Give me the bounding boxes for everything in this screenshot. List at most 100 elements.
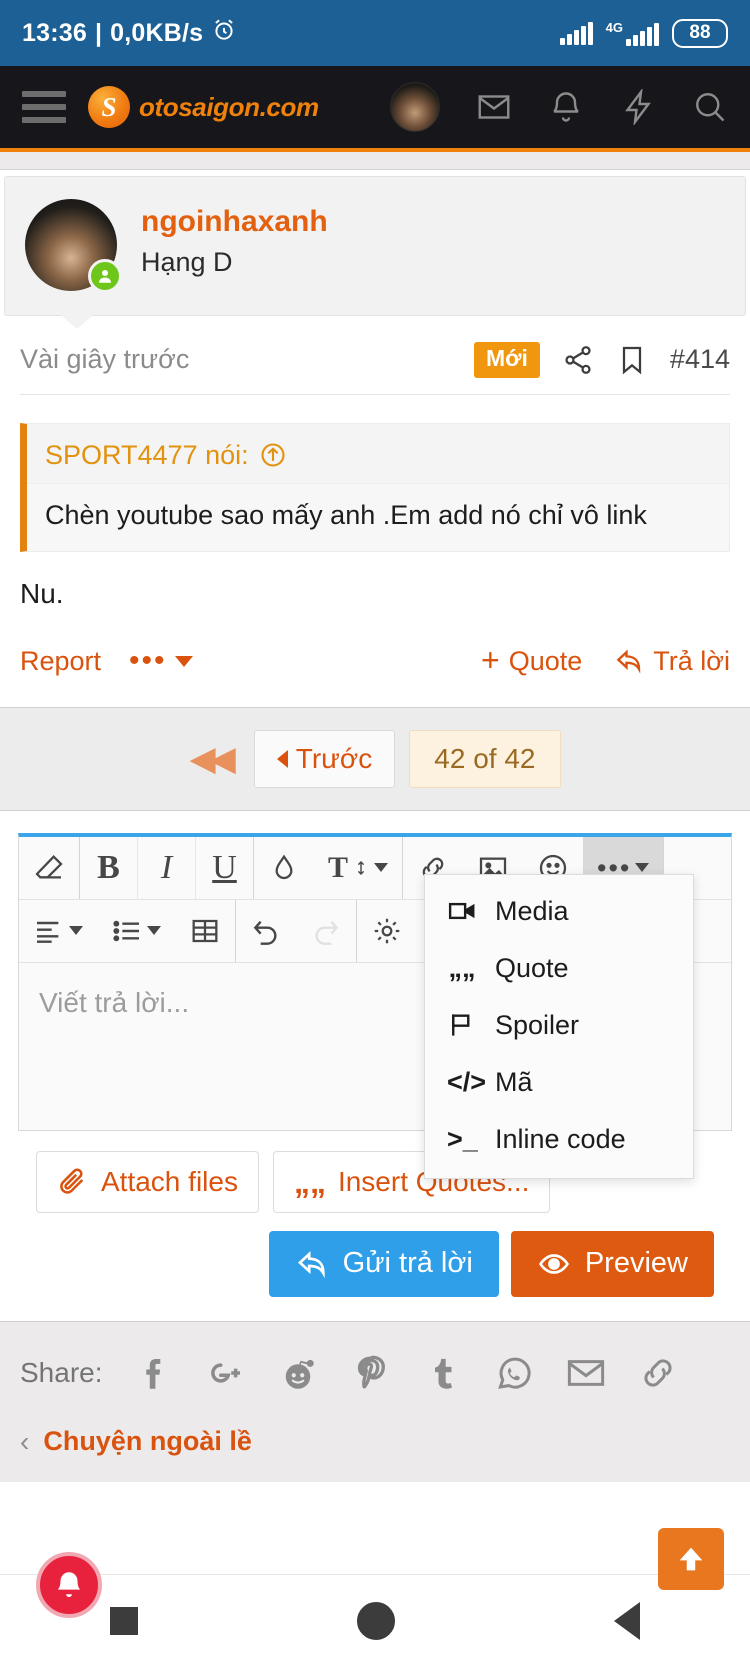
- status-time: 13:36: [22, 18, 87, 47]
- quoted-post[interactable]: SPORT4477 nói: Chèn youtube sao mấy anh …: [20, 422, 730, 552]
- post-message-body: Nu.: [20, 577, 64, 609]
- quote-text: Chèn youtube sao mấy anh .Em add nó chỉ …: [27, 482, 729, 551]
- text-color-drop-icon[interactable]: [254, 837, 314, 899]
- post-actions-row: Report ••• + Quote Trả lời: [20, 610, 730, 707]
- preview-button[interactable]: Preview: [510, 1230, 714, 1297]
- reply-arrow-icon: [614, 646, 644, 676]
- scroll-to-top-icon[interactable]: [658, 1528, 724, 1590]
- dropdown-item-quote[interactable]: „„ Quote: [425, 940, 693, 997]
- dropdown-item-label: Quote: [495, 952, 569, 983]
- status-right: 4G 88: [559, 18, 728, 48]
- avatar[interactable]: [390, 82, 440, 132]
- pagination-bar: ◀◀ Trước 42 of 42: [0, 706, 750, 811]
- dropdown-item-label: Inline code: [495, 1123, 626, 1154]
- dropdown-item-spoiler[interactable]: Spoiler: [425, 997, 693, 1054]
- search-icon[interactable]: [692, 89, 728, 125]
- underline-icon[interactable]: U: [196, 836, 254, 899]
- google-plus-icon[interactable]: [205, 1352, 247, 1394]
- list-icon[interactable]: [97, 900, 175, 962]
- author-username[interactable]: ngoinhaxanh: [141, 203, 328, 241]
- bookmark-icon[interactable]: [616, 344, 648, 376]
- reply-button[interactable]: Trả lời: [614, 646, 730, 677]
- logo-text: otosaigon.com: [139, 91, 319, 122]
- author-info: ngoinhaxanh Hạng D: [141, 199, 328, 278]
- tumblr-icon[interactable]: [421, 1352, 463, 1394]
- mail-icon[interactable]: [476, 89, 512, 125]
- facebook-icon[interactable]: [133, 1352, 175, 1394]
- eraser-remove-format-icon[interactable]: [19, 836, 80, 899]
- bell-icon[interactable]: [548, 89, 584, 125]
- email-icon[interactable]: [565, 1352, 607, 1394]
- post-author-card[interactable]: ngoinhaxanh Hạng D: [4, 176, 746, 329]
- attach-files-button[interactable]: Attach files: [36, 1150, 259, 1213]
- bolt-icon[interactable]: [620, 89, 656, 125]
- jump-up-icon[interactable]: [259, 441, 287, 469]
- undo-icon[interactable]: [236, 900, 296, 962]
- dropdown-item-inline-code[interactable]: >_ Inline code: [425, 1111, 693, 1168]
- first-page-icon[interactable]: ◀◀: [190, 739, 240, 779]
- recent-apps-button[interactable]: [109, 1606, 138, 1635]
- quote-marks-icon: „„: [293, 1163, 326, 1200]
- status-left: 13:36 | 0,0KB/s: [22, 17, 237, 50]
- hamburger-menu-icon[interactable]: [22, 91, 66, 123]
- share-icon[interactable]: [562, 344, 594, 376]
- whatsapp-icon[interactable]: [493, 1352, 535, 1394]
- post-number[interactable]: #414: [670, 344, 730, 375]
- chevron-down-icon: [69, 926, 83, 936]
- page-indicator[interactable]: 42 of 42: [409, 729, 561, 788]
- editor-more-dropdown: Media „„ Quote Spoiler </> Mã >_ Inline …: [424, 873, 694, 1179]
- italic-icon[interactable]: I: [138, 836, 196, 899]
- content-gap: [0, 152, 750, 170]
- home-button[interactable]: [356, 1601, 395, 1640]
- font-size-icon[interactable]: T: [314, 836, 404, 899]
- breadcrumb-link[interactable]: Chuyện ngoài lề: [43, 1426, 252, 1457]
- android-navigation-bar: [0, 1574, 750, 1666]
- quote-button[interactable]: + Quote: [481, 645, 582, 677]
- editor-submit-row: Gửi trả lời Preview: [18, 1213, 732, 1321]
- link-icon[interactable]: [637, 1352, 679, 1394]
- prev-page-button[interactable]: Trước: [253, 729, 396, 788]
- phone-screen: 13:36 | 0,0KB/s 4G 88 S otosaigon.com ng…: [0, 0, 750, 1666]
- more-dots-icon[interactable]: •••: [129, 646, 193, 676]
- share-bar: Share:: [0, 1320, 750, 1420]
- reply-arrow-icon: [297, 1250, 325, 1278]
- dropdown-item-media[interactable]: Media: [425, 883, 693, 940]
- settings-gear-icon[interactable]: [357, 900, 417, 962]
- reddit-icon[interactable]: [277, 1352, 319, 1394]
- logo-mark-icon: S: [88, 86, 130, 128]
- battery-indicator: 88: [672, 18, 728, 48]
- author-rank: Hạng D: [141, 246, 233, 277]
- chevron-down-icon: [374, 863, 389, 873]
- reply-editor-zone: B I U T ••• Viết trả lời... Media „„ Quo…: [0, 811, 750, 1321]
- video-camera-icon: [448, 903, 475, 920]
- notification-bell-icon[interactable]: [36, 1552, 102, 1618]
- chevron-left-icon: [276, 749, 288, 768]
- chevron-down-icon: [635, 863, 650, 873]
- preview-label: Preview: [584, 1247, 688, 1280]
- back-button[interactable]: [614, 1601, 641, 1640]
- status-badge: Mới: [474, 342, 540, 378]
- signal-bars-icon: [559, 21, 593, 45]
- dropdown-item-code[interactable]: </> Mã: [425, 1054, 693, 1111]
- table-icon[interactable]: [175, 899, 236, 962]
- post-container: Vài giây trước Mới #414 SPORT4477 nói: C…: [0, 316, 750, 707]
- author-avatar-wrapper[interactable]: [25, 199, 122, 293]
- app-navbar: S otosaigon.com: [0, 66, 750, 152]
- breadcrumb: ‹ Chuyện ngoài lề: [0, 1419, 750, 1482]
- align-icon[interactable]: [19, 900, 97, 962]
- bold-icon[interactable]: B: [80, 836, 138, 899]
- submit-reply-button[interactable]: Gửi trả lời: [268, 1230, 499, 1297]
- site-logo[interactable]: S otosaigon.com: [88, 86, 319, 128]
- alarm-clock-icon: [211, 17, 237, 50]
- pinterest-icon[interactable]: [349, 1352, 391, 1394]
- quote-marks-icon: „„: [448, 952, 476, 983]
- quote-author: SPORT4477 nói:: [45, 439, 249, 470]
- reply-button-label: Trả lời: [653, 645, 730, 676]
- status-netspeed: 0,0KB/s: [110, 18, 204, 47]
- back-arrow-icon[interactable]: ‹: [20, 1426, 29, 1458]
- report-button[interactable]: Report: [20, 646, 101, 677]
- quote-author-line[interactable]: SPORT4477 nói:: [27, 424, 729, 483]
- prev-page-label: Trước: [295, 742, 373, 774]
- dropdown-item-label: Mã: [495, 1066, 533, 1097]
- share-label: Share:: [20, 1356, 103, 1388]
